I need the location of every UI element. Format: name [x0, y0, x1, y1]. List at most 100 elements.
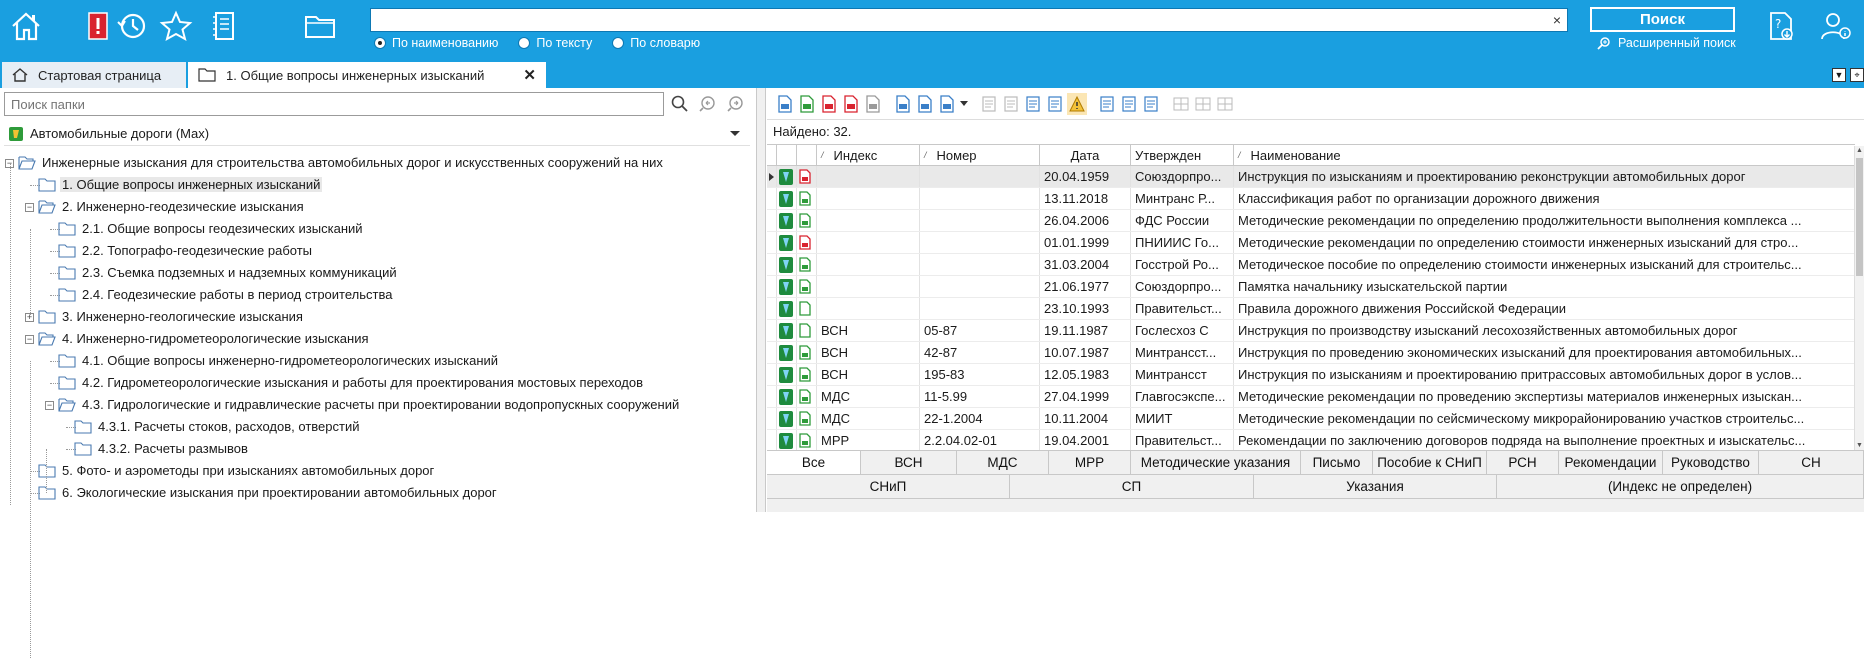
- tree-item[interactable]: 2.1. Общие вопросы геодезических изыскан…: [0, 218, 750, 240]
- filter-button[interactable]: РСН: [1487, 451, 1559, 475]
- table-row[interactable]: МДС 22-1.2004 10.11.2004 МИИТ Методические р…: [767, 408, 1855, 430]
- filter-button[interactable]: МРР: [1049, 451, 1131, 475]
- table-row[interactable]: 31.03.2004 Госстрой Ро... Методическое пос…: [767, 254, 1855, 276]
- export-icon[interactable]: [893, 93, 913, 115]
- tree-item[interactable]: 1. Общие вопросы инженерных изысканий: [0, 174, 750, 196]
- vertical-scrollbar[interactable]: ▲ ▼: [1854, 146, 1864, 450]
- tree-item[interactable]: 5. Фото- и аэрометоды при изысканиях авт…: [0, 460, 750, 482]
- tab-start-page[interactable]: Стартовая страница: [2, 62, 186, 88]
- filter-button[interactable]: ВСН: [861, 451, 957, 475]
- column-index[interactable]: / Индекс: [817, 145, 920, 165]
- doc-view-icon[interactable]: [1141, 93, 1161, 115]
- doc-green-icon[interactable]: [797, 93, 817, 115]
- radio-by-dictionary[interactable]: По словарю: [612, 36, 700, 50]
- tab-general-questions[interactable]: 1. Общие вопросы инженерных изысканий ✕: [188, 62, 546, 88]
- search-icon[interactable]: [670, 94, 690, 114]
- radio-by-text[interactable]: По тексту: [518, 36, 592, 50]
- export-copy-icon[interactable]: [915, 93, 935, 115]
- search-button[interactable]: Поиск: [1590, 7, 1735, 32]
- tree-structure-icon[interactable]: [1045, 93, 1065, 115]
- table-view-icon[interactable]: [1119, 93, 1139, 115]
- notes-icon[interactable]: [204, 6, 244, 46]
- tree-item[interactable]: 6. Экологические изыскания при проектиро…: [0, 482, 750, 504]
- filter-button[interactable]: Указания: [1254, 475, 1497, 499]
- table-row[interactable]: 13.11.2018 Минтранс Р... Классификация раб…: [767, 188, 1855, 210]
- warning-icon[interactable]: [1067, 92, 1087, 115]
- filter-button[interactable]: Все: [767, 451, 861, 475]
- advanced-search-link[interactable]: Расширенный поиск: [1596, 36, 1736, 50]
- collapse-icon[interactable]: −: [25, 335, 34, 344]
- pin-panel-icon[interactable]: ⌖: [1850, 68, 1864, 82]
- table-row[interactable]: ВСН 42-87 10.07.1987 Минтрансст... Инструкци…: [767, 342, 1855, 364]
- chevron-down-icon[interactable]: [959, 93, 969, 115]
- filter-button[interactable]: (Индекс не определен): [1497, 475, 1864, 499]
- user-info-icon[interactable]: [1816, 6, 1856, 46]
- table-row[interactable]: 01.01.1999 ПНИИИС Го... Методические реком…: [767, 232, 1855, 254]
- table-row[interactable]: 21.06.1977 Союздорпро... Памятка начальник…: [767, 276, 1855, 298]
- table-row[interactable]: 26.04.2006 ФДС России Методические рекомен…: [767, 210, 1855, 232]
- tree-item[interactable]: − 4. Инженерно-гидрометеорологические изы…: [0, 328, 750, 350]
- chevron-down-icon[interactable]: [730, 131, 740, 136]
- grid-2-icon[interactable]: [1193, 93, 1213, 115]
- table-row[interactable]: 20.04.1959 Союздорпро... Инструкция по изы…: [767, 166, 1855, 188]
- filter-button[interactable]: СНиП: [767, 475, 1010, 499]
- column-name[interactable]: / Наименование: [1234, 145, 1855, 165]
- history-icon[interactable]: [112, 6, 152, 46]
- doc-red-filled-icon[interactable]: [841, 93, 861, 115]
- database-select[interactable]: Автомобильные дороги (Max): [4, 122, 750, 146]
- table-row[interactable]: МДС 11-5.99 27.04.1999 Главгосэкспе... Метод…: [767, 386, 1855, 408]
- tree-item[interactable]: − 4.3. Гидрологические и гидравлические р…: [0, 394, 750, 416]
- help-download-icon[interactable]: ?: [1760, 6, 1800, 46]
- filter-button[interactable]: Рекомендации: [1559, 451, 1663, 475]
- scroll-up-icon[interactable]: ▲: [1856, 147, 1863, 154]
- tree-item[interactable]: 2.3. Съемка подземных и надземных коммун…: [0, 262, 750, 284]
- tree-item[interactable]: +3. Инженерно-геологические изыскания: [0, 306, 750, 328]
- doc-gray-icon[interactable]: [863, 93, 883, 115]
- search-next-icon[interactable]: [726, 94, 746, 114]
- search-input[interactable]: [371, 9, 1567, 31]
- scrollbar-thumb[interactable]: [1856, 158, 1863, 276]
- filter-button[interactable]: Руководство: [1663, 451, 1759, 475]
- grid-3-icon[interactable]: [1215, 93, 1235, 115]
- tree-item[interactable]: 4.1. Общие вопросы инженерно-гидрометеор…: [0, 350, 750, 372]
- filter-button[interactable]: Письмо: [1301, 451, 1373, 475]
- folder-search-input[interactable]: [5, 93, 663, 115]
- tree-item[interactable]: 2.2. Топографо-геодезические работы: [0, 240, 750, 262]
- table-row[interactable]: ВСН 195-83 12.05.1983 Минтрансст Инструкция …: [767, 364, 1855, 386]
- filter-button[interactable]: Пособие к СНиП: [1373, 451, 1487, 475]
- column-date[interactable]: Дата: [1040, 145, 1131, 165]
- tree-item[interactable]: − Инженерные изыскания для строительства …: [0, 152, 750, 174]
- filter-button[interactable]: СП: [1010, 475, 1254, 499]
- export-more-icon[interactable]: [937, 93, 957, 115]
- column-approved[interactable]: Утвержден: [1131, 145, 1234, 165]
- table-row[interactable]: МРР 2.2.04.02-01 19.04.2001 Правительст... Р…: [767, 430, 1855, 452]
- table-row[interactable]: 23.10.1993 Правительст... Правила дорожног…: [767, 298, 1855, 320]
- delete-doc-icon[interactable]: [979, 93, 999, 115]
- tree-item[interactable]: 4.3.1. Расчеты стоков, расходов, отверст…: [0, 416, 750, 438]
- doc-blue-icon[interactable]: [775, 93, 795, 115]
- search-prev-icon[interactable]: [698, 94, 718, 114]
- tree-item[interactable]: − 2. Инженерно-геодезические изыскания: [0, 196, 750, 218]
- column-number[interactable]: / Номер: [920, 145, 1040, 165]
- home-icon[interactable]: [6, 6, 46, 46]
- filter-button[interactable]: Методические указания: [1131, 451, 1301, 475]
- doc-red-icon[interactable]: [819, 93, 839, 115]
- tree-item[interactable]: 2.4. Геодезические работы в период строи…: [0, 284, 750, 306]
- close-tab-icon[interactable]: ✕: [523, 66, 536, 84]
- list-view-icon[interactable]: [1097, 93, 1117, 115]
- clear-search-icon[interactable]: ×: [1553, 12, 1561, 28]
- check-icon[interactable]: [1001, 93, 1021, 115]
- collapse-icon[interactable]: −: [45, 401, 54, 410]
- scroll-down-icon[interactable]: ▼: [1856, 442, 1863, 449]
- tabs-menu-chevron-down-icon[interactable]: ▼: [1832, 68, 1846, 82]
- radio-by-name[interactable]: По наименованию: [374, 36, 498, 50]
- filter-button[interactable]: МДС: [957, 451, 1049, 475]
- folder-icon[interactable]: [300, 6, 340, 46]
- table-row[interactable]: ВСН 05-87 19.11.1987 Гослесхоз С Инструкция …: [767, 320, 1855, 342]
- panel-splitter[interactable]: [757, 88, 766, 512]
- favorites-icon[interactable]: [156, 6, 196, 46]
- grid-1-icon[interactable]: [1171, 93, 1191, 115]
- tree-item[interactable]: 4.2. Гидрометеорологические изыскания и …: [0, 372, 750, 394]
- comment-icon[interactable]: [1023, 93, 1043, 115]
- filter-button[interactable]: СН: [1759, 451, 1864, 475]
